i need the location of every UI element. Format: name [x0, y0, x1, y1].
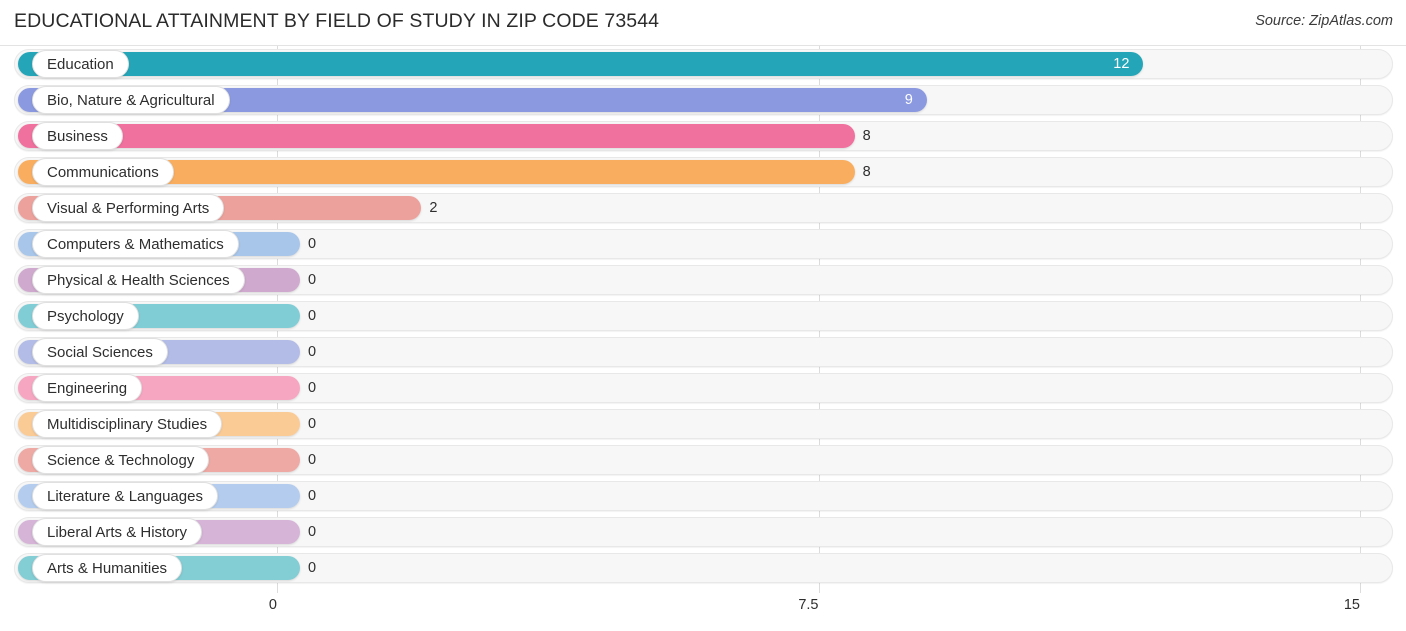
bar-value-label: 0: [308, 235, 317, 252]
bar-row[interactable]: Literature & Languages 0: [0, 478, 1406, 514]
bar-row[interactable]: Liberal Arts & History 0: [0, 514, 1406, 550]
page-title: EDUCATIONAL ATTAINMENT BY FIELD OF STUDY…: [14, 10, 660, 32]
bar-row[interactable]: Physical & Health Sciences 0: [0, 262, 1406, 298]
bar-row[interactable]: Multidisciplinary Studies 0: [0, 406, 1406, 442]
category-label-pill: Liberal Arts & History: [32, 518, 203, 546]
category-label: Literature & Languages: [47, 487, 203, 505]
bar-value-label: 2: [429, 199, 438, 216]
bar-row[interactable]: Business 8: [0, 118, 1406, 154]
category-label: Liberal Arts & History: [47, 523, 188, 541]
bar[interactable]: [18, 124, 855, 148]
bar-row[interactable]: Computers & Mathematics 0: [0, 226, 1406, 262]
category-label-pill: Communications: [32, 158, 174, 186]
category-label-pill: Visual & Performing Arts: [32, 194, 225, 222]
x-axis-tick-label: 7.5: [798, 597, 819, 613]
category-label: Engineering: [47, 379, 128, 397]
bar-value-label: 0: [308, 451, 317, 468]
category-label-pill: Engineering: [32, 374, 143, 402]
chart-page: EDUCATIONAL ATTAINMENT BY FIELD OF STUDY…: [0, 0, 1406, 631]
category-label: Psychology: [47, 307, 124, 325]
category-label: Multidisciplinary Studies: [47, 415, 208, 433]
category-label: Science & Technology: [47, 451, 195, 469]
bar-row[interactable]: Visual & Performing Arts 2: [0, 190, 1406, 226]
bar-value-label: 9: [904, 91, 913, 108]
category-label-pill: Arts & Humanities: [32, 554, 183, 582]
category-label-pill: Multidisciplinary Studies: [32, 410, 223, 438]
bar-row[interactable]: Psychology 0: [0, 298, 1406, 334]
bar-row[interactable]: Science & Technology 0: [0, 442, 1406, 478]
category-label: Visual & Performing Arts: [47, 199, 210, 217]
x-axis: 0 7.5 15: [0, 593, 1406, 631]
bar-row[interactable]: Bio, Nature & Agricultural 9: [0, 82, 1406, 118]
bar-value-label: 0: [308, 379, 317, 396]
plot-area: Education 12 Bio, Nature & Agricultural 9 Bu…: [0, 45, 1406, 593]
category-label-pill: Psychology: [32, 302, 139, 330]
category-label-pill: Business: [32, 122, 123, 150]
bar-value-label: 0: [308, 415, 317, 432]
bar-value-label: 0: [308, 523, 317, 540]
bar-value-label: 8: [862, 127, 871, 144]
bar-value-label: 0: [308, 307, 317, 324]
bar-row[interactable]: Engineering 0: [0, 370, 1406, 406]
bar-value-label: 0: [308, 559, 317, 576]
category-label: Communications: [47, 163, 159, 181]
category-label: Physical & Health Sciences: [47, 271, 230, 289]
bar-value-label: 12: [1113, 55, 1130, 72]
bar-value-label: 0: [308, 271, 317, 288]
bar-row[interactable]: Education 12: [0, 46, 1406, 82]
category-label-pill: Physical & Health Sciences: [32, 266, 245, 294]
category-label: Computers & Mathematics: [47, 235, 224, 253]
bar-row[interactable]: Arts & Humanities 0: [0, 550, 1406, 586]
bar-rows: Education 12 Bio, Nature & Agricultural 9 Bu…: [0, 46, 1406, 586]
category-label-pill: Computers & Mathematics: [32, 230, 239, 258]
category-label-pill: Science & Technology: [32, 446, 210, 474]
category-label-pill: Social Sciences: [32, 338, 168, 366]
category-label-pill: Literature & Languages: [32, 482, 218, 510]
bar-row[interactable]: Communications 8: [0, 154, 1406, 190]
bar-value-label: 8: [862, 163, 871, 180]
category-label: Business: [47, 127, 108, 145]
category-label: Social Sciences: [47, 343, 153, 361]
x-axis-tick-label: 0: [268, 597, 277, 613]
bar-row[interactable]: Social Sciences 0: [0, 334, 1406, 370]
x-axis-tick-label: 15: [1343, 597, 1360, 613]
bar-value-label: 0: [308, 343, 317, 360]
source-attribution: Source: ZipAtlas.com: [1255, 13, 1393, 29]
chart-header: EDUCATIONAL ATTAINMENT BY FIELD OF STUDY…: [0, 0, 1406, 45]
category-label: Arts & Humanities: [47, 559, 168, 577]
bar-value-label: 0: [308, 487, 317, 504]
